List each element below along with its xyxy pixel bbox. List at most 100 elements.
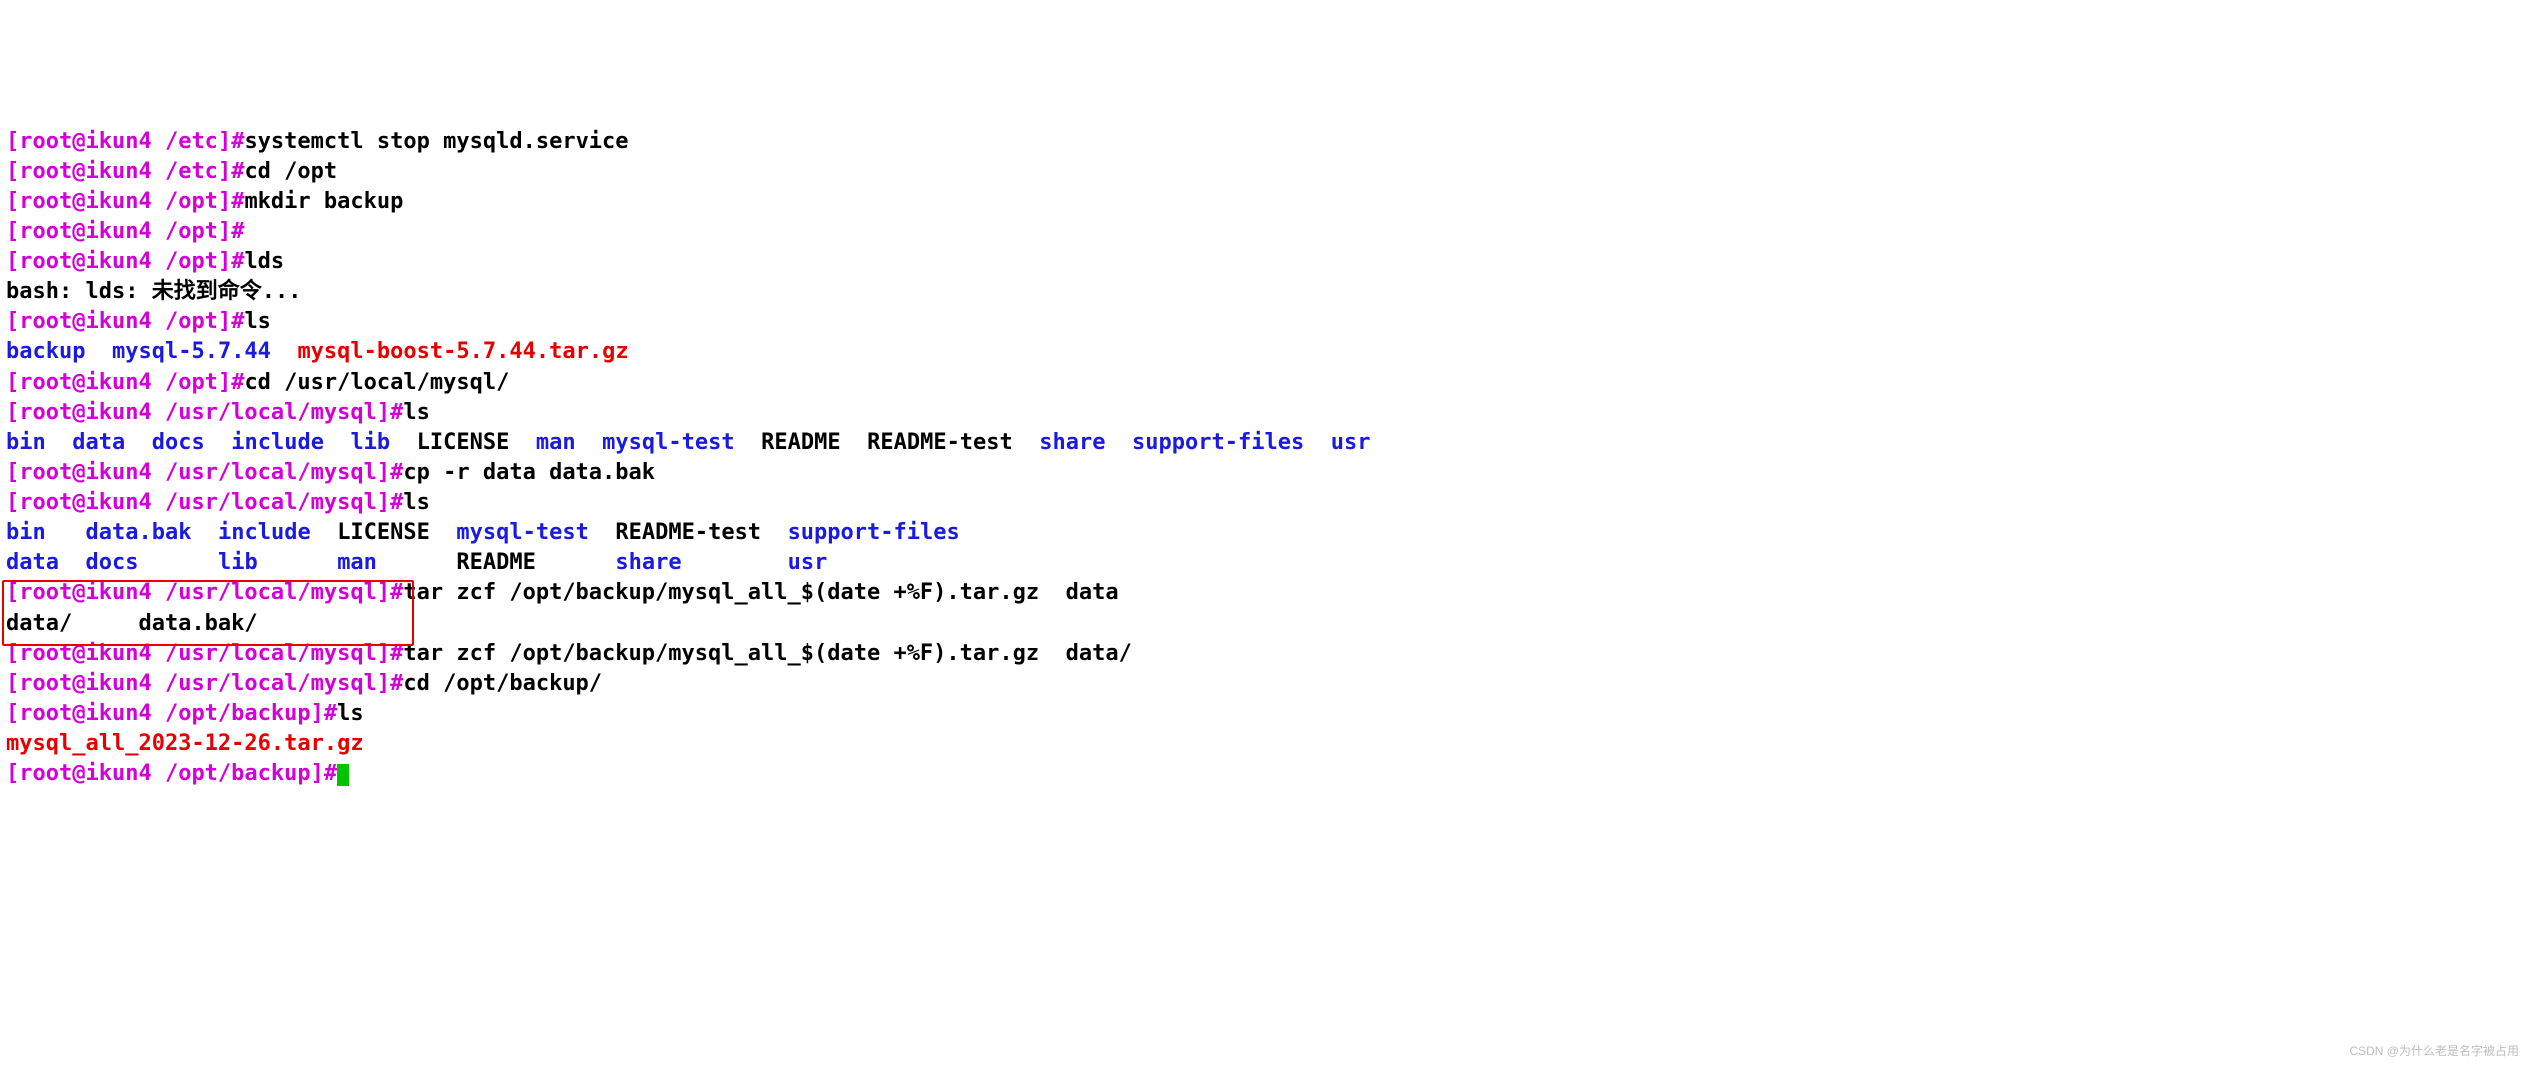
archive-file: mysql-boost-5.7.44.tar.gz xyxy=(297,339,628,364)
prompt-hash: # xyxy=(324,701,337,726)
terminal-line: [root@ikun4 /etc]#systemctl stop mysqld.… xyxy=(6,127,2523,157)
terminal-line: [root@ikun4 /usr/local/mysql]#tar zcf /o… xyxy=(6,639,2523,669)
ls-output: data docs lib man README share usr xyxy=(6,548,2523,578)
directory: include xyxy=(218,520,311,545)
terminal-line: [root@ikun4 /etc]#cd /opt xyxy=(6,157,2523,187)
prompt-user-host: root@ikun4 xyxy=(19,671,151,696)
command-text: ls xyxy=(403,490,430,515)
command-text: lds xyxy=(244,249,284,274)
prompt-bracket-open: [ xyxy=(6,761,19,786)
prompt-hash: # xyxy=(231,159,244,184)
terminal-line: [root@ikun4 /opt]#cd /usr/local/mysql/ xyxy=(6,368,2523,398)
prompt-bracket-close: ] xyxy=(377,460,390,485)
prompt-bracket-open: [ xyxy=(6,370,19,395)
prompt-bracket-open: [ xyxy=(6,460,19,485)
directory: usr xyxy=(1331,430,1371,455)
file: LICENSE xyxy=(337,520,430,545)
ls-output: bin data.bak include LICENSE mysql-test … xyxy=(6,518,2523,548)
terminal-line: [root@ikun4 /usr/local/mysql]#cp -r data… xyxy=(6,458,2523,488)
command-text: cd /opt xyxy=(244,159,337,184)
prompt-path: /usr/local/mysql xyxy=(152,580,377,605)
prompt-path: /usr/local/mysql xyxy=(152,460,377,485)
directory: data xyxy=(72,430,125,455)
prompt-path: /opt xyxy=(152,309,218,334)
prompt-bracket-close: ] xyxy=(377,671,390,696)
prompt-user-host: root@ikun4 xyxy=(19,400,151,425)
command-text: cp -r data data.bak xyxy=(403,460,655,485)
prompt-bracket-close: ] xyxy=(311,701,324,726)
prompt-hash: # xyxy=(390,641,403,666)
prompt-bracket-open: [ xyxy=(6,641,19,666)
directory: data.bak xyxy=(86,520,192,545)
terminal-line: [root@ikun4 /usr/local/mysql]#ls xyxy=(6,398,2523,428)
directory: share xyxy=(615,550,681,575)
prompt-path: /opt xyxy=(152,370,218,395)
prompt-path: /opt xyxy=(152,249,218,274)
prompt-bracket-open: [ xyxy=(6,671,19,696)
prompt-hash: # xyxy=(390,580,403,605)
prompt-user-host: root@ikun4 xyxy=(19,701,151,726)
prompt-bracket-open: [ xyxy=(6,309,19,334)
prompt-bracket-close: ] xyxy=(377,490,390,515)
prompt-user-host: root@ikun4 xyxy=(19,309,151,334)
archive-file: mysql_all_2023-12-26.tar.gz xyxy=(6,731,364,756)
prompt-hash: # xyxy=(231,309,244,334)
prompt-hash: # xyxy=(390,671,403,696)
prompt-hash: # xyxy=(231,370,244,395)
prompt-user-host: root@ikun4 xyxy=(19,249,151,274)
command-text: ls xyxy=(337,701,364,726)
terminal-line: [root@ikun4 /usr/local/mysql]#ls xyxy=(6,488,2523,518)
prompt-bracket-open: [ xyxy=(6,490,19,515)
prompt-hash: # xyxy=(390,490,403,515)
cursor-block xyxy=(337,764,349,786)
prompt-user-host: root@ikun4 xyxy=(19,580,151,605)
output-line: data/ data.bak/ xyxy=(6,609,2523,639)
prompt-bracket-open: [ xyxy=(6,189,19,214)
directory: include xyxy=(231,430,324,455)
prompt-bracket-close: ] xyxy=(218,249,231,274)
file: README xyxy=(456,550,535,575)
prompt-bracket-open: [ xyxy=(6,580,19,605)
prompt-bracket-close: ] xyxy=(218,129,231,154)
prompt-user-host: root@ikun4 xyxy=(19,129,151,154)
prompt-hash: # xyxy=(390,400,403,425)
prompt-user-host: root@ikun4 xyxy=(19,219,151,244)
prompt-hash: # xyxy=(231,249,244,274)
directory: bin xyxy=(6,520,46,545)
directory: man xyxy=(337,550,377,575)
prompt-hash: # xyxy=(390,460,403,485)
prompt-bracket-close: ] xyxy=(218,370,231,395)
directory: lib xyxy=(218,550,258,575)
directory: support-files xyxy=(1132,430,1304,455)
directory: usr xyxy=(788,550,828,575)
prompt-user-host: root@ikun4 xyxy=(19,641,151,666)
prompt-hash: # xyxy=(324,761,337,786)
prompt-bracket-open: [ xyxy=(6,129,19,154)
terminal-line: [root@ikun4 /opt]#lds xyxy=(6,247,2523,277)
prompt-bracket-open: [ xyxy=(6,701,19,726)
prompt-user-host: root@ikun4 xyxy=(19,490,151,515)
prompt-path: /opt/backup xyxy=(152,761,311,786)
terminal-line: [root@ikun4 /opt]#mkdir backup xyxy=(6,187,2523,217)
prompt-path: /opt xyxy=(152,219,218,244)
prompt-path: /opt/backup xyxy=(152,701,311,726)
prompt-path: /usr/local/mysql xyxy=(152,641,377,666)
prompt-user-host: root@ikun4 xyxy=(19,761,151,786)
directory: data xyxy=(6,550,59,575)
directory: mysql-test xyxy=(602,430,734,455)
directory: mysql-test xyxy=(456,520,588,545)
directory: support-files xyxy=(788,520,960,545)
terminal-line: [root@ikun4 /usr/local/mysql]#cd /opt/ba… xyxy=(6,669,2523,699)
command-text: tar zcf /opt/backup/mysql_all_$(date +%F… xyxy=(403,641,1131,666)
command-text: mkdir backup xyxy=(244,189,403,214)
terminal-line: [root@ikun4 /opt]#ls xyxy=(6,307,2523,337)
file: README-test xyxy=(867,430,1013,455)
prompt-path: /usr/local/mysql xyxy=(152,400,377,425)
directory: lib xyxy=(350,430,390,455)
prompt-bracket-open: [ xyxy=(6,400,19,425)
terminal-line: [root@ikun4 /opt/backup]#ls xyxy=(6,699,2523,729)
directory: bin xyxy=(6,430,46,455)
directory: docs xyxy=(85,550,138,575)
prompt-user-host: root@ikun4 xyxy=(19,370,151,395)
prompt-user-host: root@ikun4 xyxy=(19,159,151,184)
